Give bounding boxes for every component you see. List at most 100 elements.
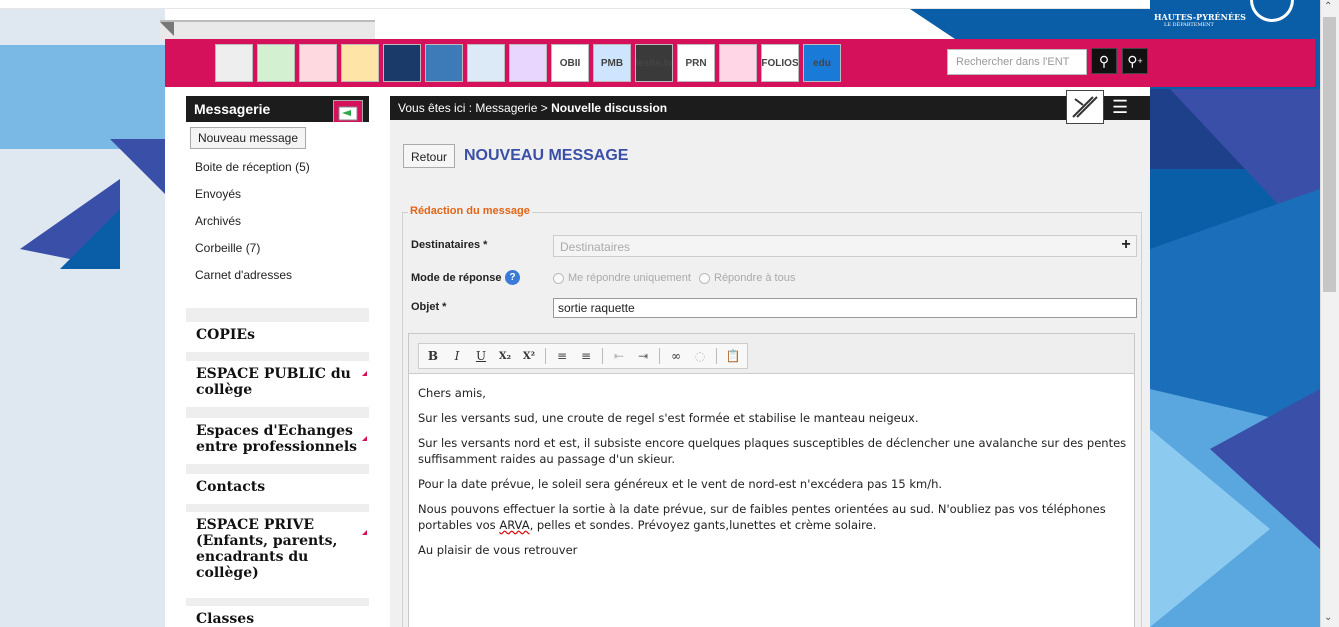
breadcrumb: Vous êtes ici : Messagerie > Nouvelle di… — [390, 96, 1150, 120]
subject-input[interactable]: sortie raquette — [553, 298, 1137, 318]
breadcrumb-current: Nouvelle discussion — [551, 101, 668, 115]
reply-mode-label: Mode de réponse — [411, 272, 502, 284]
editor-toolbar-buttons: B I U X₂ X² ≡ ≡ ⇤ ⇥ ∞ ◌ 📋 — [418, 343, 748, 369]
bulleted-list-icon[interactable]: ≡ — [578, 349, 594, 363]
toolbar-separator — [545, 348, 546, 364]
section-label: Contacts — [196, 479, 266, 495]
help-icon[interactable]: ? — [505, 270, 520, 285]
sidebar-link-trash[interactable]: Corbeille (7) — [195, 241, 260, 255]
list-view-icon[interactable]: ☰ — [1112, 98, 1132, 116]
underline-button[interactable]: U — [473, 349, 489, 363]
radio-label: Répondre à tous — [714, 272, 796, 284]
app-icon-label: PMB — [600, 57, 624, 69]
screen-app-icon[interactable] — [383, 44, 421, 82]
prn-app-icon[interactable]: PRN — [677, 44, 715, 82]
message-paragraph: Pour la date prévue, le soleil sera géné… — [418, 477, 943, 491]
scroll-down-icon[interactable]: ⌄ — [1324, 612, 1332, 623]
pmb-app-icon[interactable]: PMB — [593, 44, 631, 82]
app-icon-label: FOLIOS — [761, 57, 799, 69]
help-app-icon[interactable] — [509, 44, 547, 82]
sidebar-link-address-book[interactable]: Carnet d'adresses — [195, 268, 292, 282]
messaging-app-icon[interactable] — [257, 44, 295, 82]
indent-icon[interactable]: ⇥ — [635, 349, 651, 363]
top-strip — [0, 0, 1339, 9]
page-title: NOUVEAU MESSAGE — [464, 147, 629, 164]
new-message-button[interactable]: Nouveau message — [190, 127, 306, 149]
sidebar-section-exchanges[interactable]: Espaces d'Echanges entre professionnels — [186, 418, 369, 464]
link-icon[interactable]: ∞ — [668, 349, 684, 363]
search-plus-icon[interactable]: ⚲ + — [1122, 48, 1148, 74]
sidebar-link-archived[interactable]: Archivés — [195, 214, 241, 228]
logo-emblem-icon — [1250, 0, 1294, 22]
paste-icon[interactable]: 📋 — [725, 349, 741, 363]
unlink-icon[interactable]: ◌ — [692, 349, 708, 363]
radio-label: Me répondre uniquement — [568, 272, 691, 284]
app-icon-label: edu — [813, 57, 831, 69]
book-app-icon[interactable] — [425, 44, 463, 82]
section-label: COPIEs — [196, 327, 255, 343]
logo-text: HAUTES-PYRÉNÉES — [1154, 12, 1246, 22]
logo-subtext: LE DÉPARTEMENT — [1164, 22, 1214, 28]
outdent-icon[interactable]: ⇤ — [611, 349, 627, 363]
add-recipient-icon[interactable]: + — [1116, 236, 1136, 256]
calendar-app-icon[interactable] — [299, 44, 337, 82]
message-paragraph: Sur les versants sud, une croute de rege… — [418, 411, 919, 425]
superscript-button[interactable]: X² — [521, 351, 537, 362]
scrollbar-thumb[interactable] — [1323, 17, 1336, 292]
radio-circle-icon — [553, 272, 564, 284]
scroll-up-icon[interactable]: ⌃ — [1324, 1, 1332, 12]
message-paragraph: Au plaisir de vous retrouver — [418, 543, 578, 557]
news-app-icon[interactable] — [719, 44, 757, 82]
expand-arrow-icon — [362, 436, 367, 441]
radio-circle-icon — [699, 272, 710, 284]
app-icon-label: PRN — [685, 57, 707, 69]
corner-fold-icon — [160, 22, 174, 36]
sidebar-link-inbox[interactable]: Boite de réception (5) — [195, 160, 310, 174]
toolbar-separator — [716, 348, 717, 364]
sidebar-section-copies[interactable]: COPIEs — [186, 322, 369, 352]
subject-label: Objet * — [411, 301, 447, 313]
app-icon-label: lesite.tv — [635, 57, 673, 69]
italic-button[interactable]: I — [449, 349, 465, 363]
reply-sender-radio[interactable]: Me répondre uniquement — [553, 272, 691, 284]
edu-app-icon[interactable]: edu — [803, 44, 841, 82]
profile-app-icon[interactable] — [467, 44, 505, 82]
numbered-list-icon[interactable]: ≡ — [554, 349, 570, 363]
back-button[interactable]: Retour — [403, 144, 455, 168]
right-decor-shapes — [1150, 89, 1320, 627]
folders-app-icon[interactable] — [341, 44, 379, 82]
left-decor-shapes — [0, 45, 165, 269]
sidebar-section-classes[interactable]: Classes — [186, 606, 369, 627]
expand-arrow-icon — [362, 530, 367, 535]
fieldset-legend: Rédaction du message — [408, 205, 532, 217]
section-label: ESPACE PRIVE (Enfants, parents, encadran… — [196, 517, 338, 581]
sidebar-section-public[interactable]: ESPACE PUBLIC du collège — [186, 361, 369, 407]
editor-content[interactable]: Chers amis, Sur les versants sud, une cr… — [418, 385, 1130, 567]
lesite-tv-app-icon[interactable]: lesite.tv — [635, 44, 673, 82]
reply-all-radio[interactable]: Répondre à tous — [699, 272, 795, 284]
subscript-button[interactable]: X₂ — [497, 351, 513, 362]
breadcrumb-prefix: Vous êtes ici : Messagerie > — [398, 101, 552, 115]
header-tab — [160, 20, 375, 40]
recipients-input[interactable]: Destinataires — [553, 235, 1137, 257]
message-paragraph: Sur les versants nord et est, il subsist… — [418, 436, 1127, 466]
search-input[interactable]: Rechercher dans l'ENT — [947, 49, 1087, 75]
recipients-label: Destinataires * — [411, 239, 488, 251]
app-icon-label: OBII — [559, 57, 581, 69]
sidebar-section-contacts[interactable]: Contacts — [186, 474, 369, 504]
right-decor-panel — [1150, 9, 1320, 627]
sidebar-link-sent[interactable]: Envoyés — [195, 187, 241, 201]
bold-button[interactable]: B — [425, 349, 441, 363]
section-label: ESPACE PUBLIC du collège — [196, 366, 351, 398]
folios-app-icon[interactable]: FOLIOS — [761, 44, 799, 82]
obii-app-icon[interactable]: OBII — [551, 44, 589, 82]
paragraph-text: , pelles et sondes. Prévoyez gants,lunet… — [529, 518, 877, 532]
search-icon[interactable]: ⚲ — [1091, 48, 1117, 74]
sidebar-section-private[interactable]: ESPACE PRIVE (Enfants, parents, encadran… — [186, 512, 369, 598]
compose-tool-icon[interactable] — [1066, 90, 1104, 124]
message-paragraph: Nous pouvons effectuer la sortie à la da… — [418, 501, 1130, 533]
logo-area: HAUTES-PYRÉNÉES LE DÉPARTEMENT — [1150, 0, 1320, 40]
tasks-app-icon[interactable] — [215, 44, 253, 82]
section-label: Espaces d'Echanges entre professionnels — [196, 423, 358, 455]
toolbar-separator — [602, 348, 603, 364]
